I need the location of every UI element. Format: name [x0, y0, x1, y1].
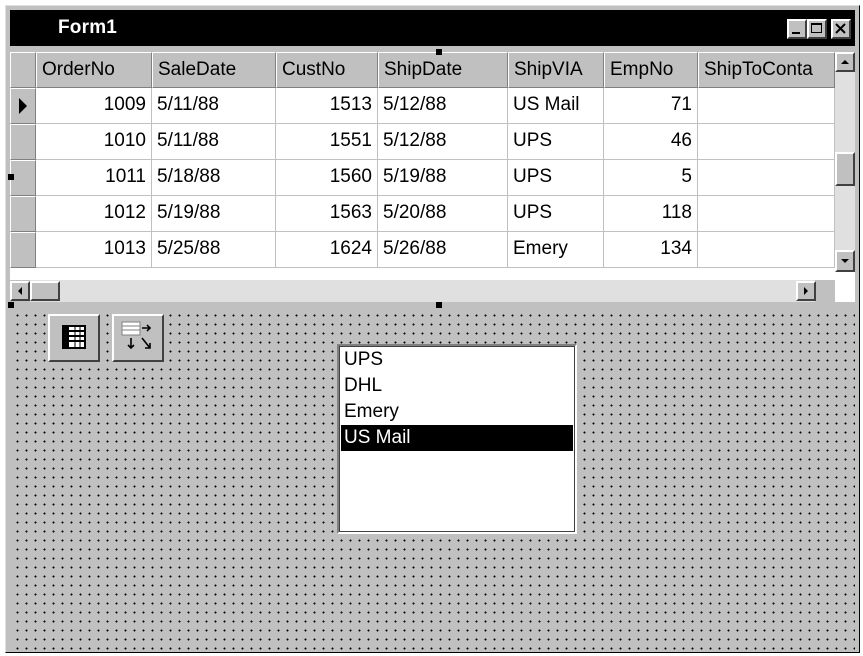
- arrow-right-icon: [19, 98, 27, 114]
- cell-shipdate[interactable]: 5/26/88: [378, 232, 508, 268]
- cell-custno[interactable]: 1551: [276, 124, 378, 160]
- cell-shipvia[interactable]: Emery: [508, 232, 604, 268]
- form-window: Form1 OrderNo SaleDate CustNo ShipDate ShipV…: [5, 5, 860, 653]
- table-row[interactable]: 1011 5/18/88 1560 5/19/88 UPS 5: [10, 160, 835, 196]
- column-header-empno[interactable]: EmpNo: [604, 52, 698, 88]
- scroll-left-button[interactable]: [10, 281, 30, 301]
- ship-via-listbox[interactable]: UPS DHL Emery US Mail: [337, 344, 577, 534]
- vertical-scrollbar[interactable]: [835, 52, 855, 272]
- cell-saledate[interactable]: 5/18/88: [152, 160, 276, 196]
- vertical-scroll-thumb[interactable]: [835, 152, 855, 186]
- cell-empno[interactable]: 118: [604, 196, 698, 232]
- table-icon: [62, 325, 86, 349]
- cell-shipdate[interactable]: 5/19/88: [378, 160, 508, 196]
- grid-header: OrderNo SaleDate CustNo ShipDate ShipVIA EmpN…: [10, 52, 835, 88]
- table-component[interactable]: [48, 314, 100, 362]
- row-indicator[interactable]: [10, 232, 36, 268]
- row-indicator[interactable]: [10, 196, 36, 232]
- cell-shiptoconta[interactable]: [698, 160, 835, 196]
- maximize-icon: [811, 23, 822, 33]
- cell-orderno[interactable]: 1011: [36, 160, 152, 196]
- cell-orderno[interactable]: 1013: [36, 232, 152, 268]
- cell-shipdate[interactable]: 5/12/88: [378, 88, 508, 124]
- cell-saledate[interactable]: 5/19/88: [152, 196, 276, 232]
- listbox-item[interactable]: UPS: [341, 347, 573, 373]
- minimize-icon: [792, 32, 800, 34]
- data-transfer-component[interactable]: [112, 314, 164, 362]
- column-header-orderno[interactable]: OrderNo: [36, 52, 152, 88]
- close-button[interactable]: [831, 19, 851, 39]
- scroll-up-button[interactable]: [835, 52, 855, 72]
- close-icon: [835, 23, 846, 34]
- row-indicator[interactable]: [10, 88, 36, 124]
- maximize-button[interactable]: [807, 19, 827, 39]
- column-header-shipvia[interactable]: ShipVIA: [508, 52, 604, 88]
- cell-empno[interactable]: 134: [604, 232, 698, 268]
- cell-orderno[interactable]: 1012: [36, 196, 152, 232]
- cell-shipvia[interactable]: UPS: [508, 160, 604, 196]
- listbox-item[interactable]: US Mail: [341, 425, 573, 451]
- horizontal-scroll-track[interactable]: [30, 280, 815, 302]
- scroll-down-button[interactable]: [835, 250, 855, 272]
- arrow-up-icon: [841, 60, 849, 64]
- cell-saledate[interactable]: 5/11/88: [152, 124, 276, 160]
- title-bar[interactable]: Form1: [10, 10, 855, 46]
- cell-shiptoconta[interactable]: [698, 232, 835, 268]
- arrow-right-icon: [804, 287, 808, 295]
- cell-empno[interactable]: 5: [604, 160, 698, 196]
- row-indicator[interactable]: [10, 124, 36, 160]
- listbox-item[interactable]: DHL: [341, 373, 573, 399]
- table-row[interactable]: 1013 5/25/88 1624 5/26/88 Emery 134: [10, 232, 835, 268]
- table-row[interactable]: 1009 5/11/88 1513 5/12/88 US Mail 71: [10, 88, 835, 124]
- minimize-button[interactable]: [787, 19, 807, 39]
- cell-shipvia[interactable]: UPS: [508, 124, 604, 160]
- form-design-surface[interactable]: UPS DHL Emery US Mail: [10, 308, 855, 652]
- grid-corner: [10, 52, 36, 88]
- cell-orderno[interactable]: 1009: [36, 88, 152, 124]
- cell-shipdate[interactable]: 5/12/88: [378, 124, 508, 160]
- cell-shipvia[interactable]: US Mail: [508, 88, 604, 124]
- cell-saledate[interactable]: 5/11/88: [152, 88, 276, 124]
- sizing-handle-top[interactable]: [436, 49, 442, 55]
- cell-orderno[interactable]: 1010: [36, 124, 152, 160]
- cell-shipvia[interactable]: UPS: [508, 196, 604, 232]
- cell-custno[interactable]: 1513: [276, 88, 378, 124]
- table-row[interactable]: 1012 5/19/88 1563 5/20/88 UPS 118: [10, 196, 835, 232]
- column-header-custno[interactable]: CustNo: [276, 52, 378, 88]
- cell-custno[interactable]: 1624: [276, 232, 378, 268]
- cell-shiptoconta[interactable]: [698, 124, 835, 160]
- cell-empno[interactable]: 71: [604, 88, 698, 124]
- listbox-item[interactable]: Emery: [341, 399, 573, 425]
- cell-custno[interactable]: 1563: [276, 196, 378, 232]
- data-transfer-icon: [121, 321, 152, 350]
- cell-empno[interactable]: 46: [604, 124, 698, 160]
- cell-custno[interactable]: 1560: [276, 160, 378, 196]
- arrow-down-icon: [841, 259, 849, 263]
- arrow-left-icon: [18, 287, 22, 295]
- scroll-right-button[interactable]: [796, 281, 816, 301]
- orders-grid[interactable]: OrderNo SaleDate CustNo ShipDate ShipVIA EmpN…: [10, 52, 855, 302]
- sizing-handle-left[interactable]: [8, 174, 14, 180]
- horizontal-scroll-thumb[interactable]: [30, 281, 60, 301]
- column-header-shipdate[interactable]: ShipDate: [378, 52, 508, 88]
- column-header-shiptoconta[interactable]: ShipToConta: [698, 52, 835, 88]
- horizontal-scrollbar[interactable]: [10, 280, 835, 302]
- column-header-saledate[interactable]: SaleDate: [152, 52, 276, 88]
- cell-shipdate[interactable]: 5/20/88: [378, 196, 508, 232]
- cell-shiptoconta[interactable]: [698, 88, 835, 124]
- cell-shiptoconta[interactable]: [698, 196, 835, 232]
- table-row[interactable]: 1010 5/11/88 1551 5/12/88 UPS 46: [10, 124, 835, 160]
- cell-saledate[interactable]: 5/25/88: [152, 232, 276, 268]
- window-title: Form1: [58, 17, 118, 38]
